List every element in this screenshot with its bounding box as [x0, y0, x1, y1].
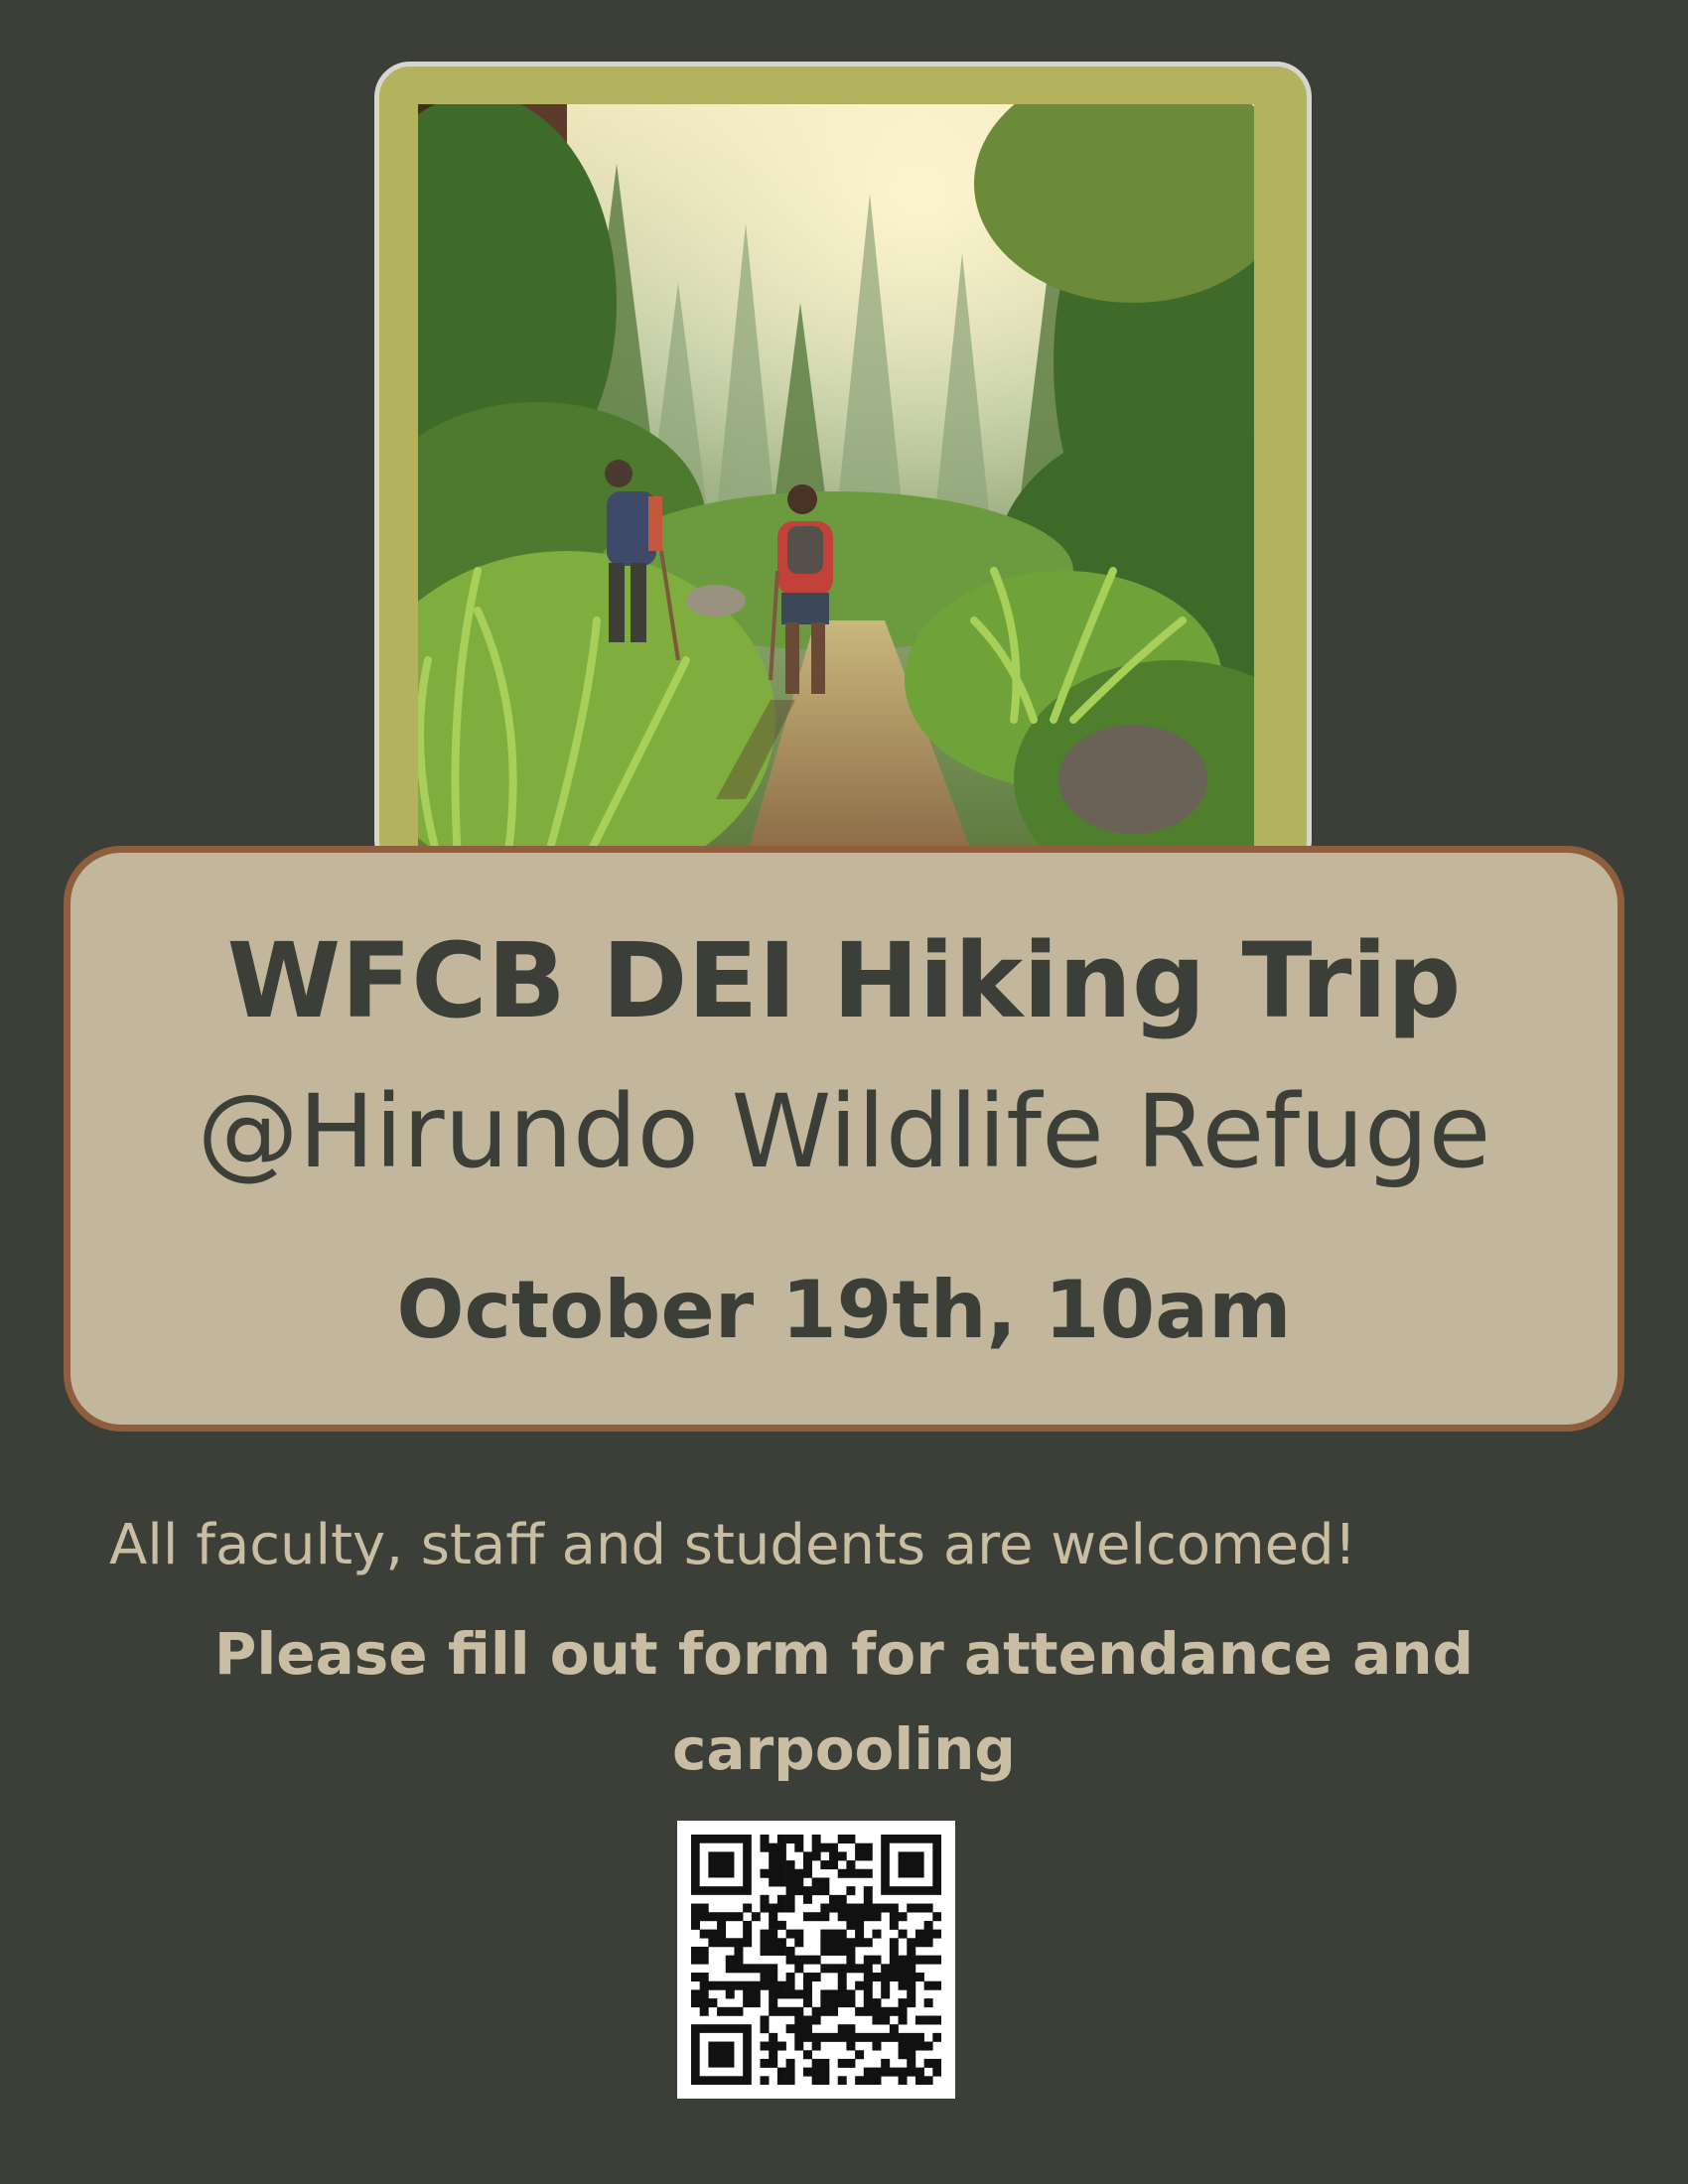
form-prompt: Please fill out form for attendance and … — [213, 1620, 1475, 1783]
qr-finder-pattern — [691, 1835, 752, 1895]
event-date: October 19th, 10am — [396, 1264, 1292, 1356]
event-title: WFCB DEI Hiking Trip — [226, 920, 1462, 1041]
welcome-text: All faculty, staff and students are welc… — [109, 1513, 1357, 1577]
title-banner: WFCB DEI Hiking Trip @Hirundo Wildlife R… — [64, 846, 1624, 1432]
event-location: @Hirundo Wildlife Refuge — [197, 1073, 1491, 1191]
qr-finder-pattern — [691, 2024, 752, 2085]
hiking-illustration — [418, 104, 1254, 859]
qr-finder-pattern — [881, 1835, 941, 1895]
poster: WFCB DEI Hiking Trip @Hirundo Wildlife R… — [0, 0, 1688, 2184]
qr-code[interactable] — [677, 1821, 955, 2099]
